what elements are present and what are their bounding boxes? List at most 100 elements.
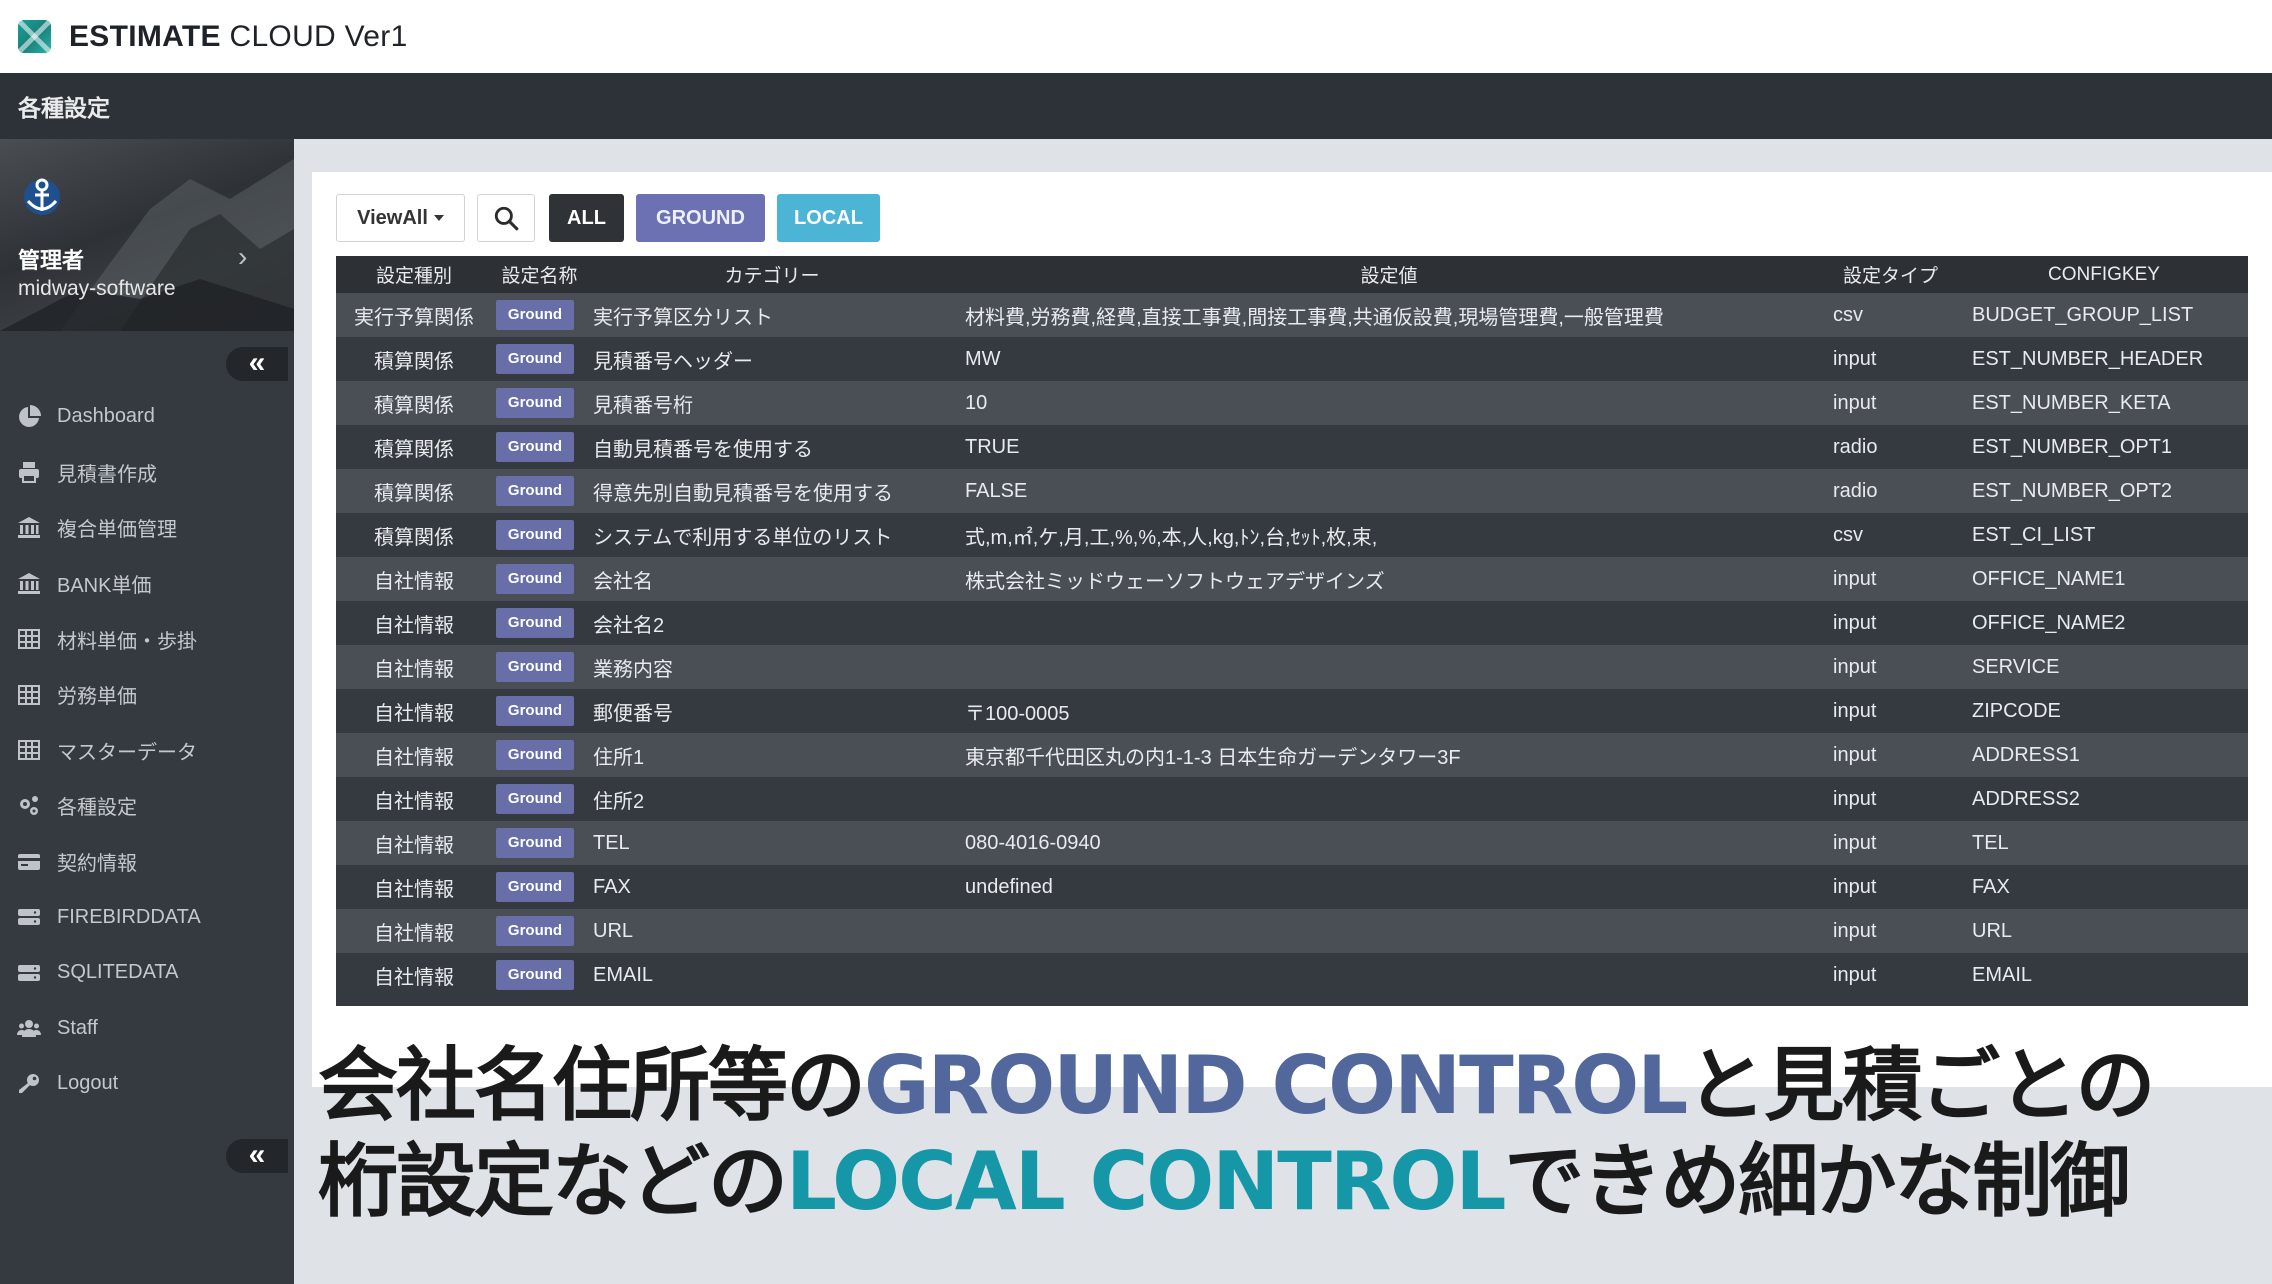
chevron-right-icon[interactable]: › bbox=[238, 241, 247, 273]
cell-configkey: EST_NUMBER_HEADER bbox=[1960, 337, 2248, 381]
filter-ground-button[interactable]: GROUND bbox=[636, 194, 765, 242]
caption-line-1: 会社名住所等のGROUND CONTROLと見積ごとの bbox=[318, 1038, 2272, 1134]
cell-category: 見積番号ヘッダー bbox=[587, 337, 957, 381]
cell-input-type: csv bbox=[1821, 293, 1960, 337]
cell-input-type: input bbox=[1821, 557, 1960, 601]
col-header-type[interactable]: 設定種別 bbox=[336, 256, 492, 293]
cell-setting-type: 積算関係 bbox=[336, 337, 492, 381]
table-row[interactable]: 実行予算関係 Ground 実行予算区分リスト 材料費,労務費,経費,直接工事費,間接… bbox=[336, 293, 2248, 337]
bank-icon bbox=[16, 515, 42, 541]
table-row[interactable]: 自社情報 Ground 住所1 東京都千代田区丸の内1-1-3 日本生命ガーデンタワー… bbox=[336, 733, 2248, 777]
col-header-category[interactable]: カテゴリー bbox=[587, 256, 957, 293]
cell-category: 業務内容 bbox=[587, 645, 957, 689]
ground-badge[interactable]: Ground bbox=[496, 696, 574, 726]
table-row[interactable]: 自社情報 Ground 業務内容 input SERVICE bbox=[336, 645, 2248, 689]
sidebar-item-firebirddata[interactable]: FIREBIRDDATA bbox=[0, 889, 294, 945]
sidebar-item-label: 契約情報 bbox=[57, 853, 137, 876]
table-row[interactable]: 積算関係 Ground 見積番号ヘッダー MW input EST_NUMBER_HEAD… bbox=[336, 337, 2248, 381]
search-button[interactable] bbox=[477, 194, 535, 242]
user-name: 管理者 bbox=[18, 248, 85, 273]
cell-configkey: EST_CI_LIST bbox=[1960, 513, 2248, 557]
col-header-value[interactable]: 設定値 bbox=[957, 256, 1821, 293]
cell-setting-type: 積算関係 bbox=[336, 381, 492, 425]
sidebar-item-label: 見積書作成 bbox=[57, 463, 157, 486]
cell-configkey: ZIPCODE bbox=[1960, 689, 2248, 733]
table-row[interactable]: 自社情報 Ground 住所2 input ADDRESS2 bbox=[336, 777, 2248, 821]
table-row[interactable]: 自社情報 Ground 郵便番号 〒100-0005 input ZIPCODE bbox=[336, 689, 2248, 733]
sidebar-collapse-button-bottom[interactable]: « bbox=[226, 1139, 288, 1173]
sidebar-item-logout[interactable]: Logout bbox=[0, 1056, 294, 1112]
caption-ground-highlight: GROUND CONTROL bbox=[864, 1039, 1688, 1132]
ground-badge[interactable]: Ground bbox=[496, 476, 574, 506]
user-panel[interactable]: 管理者 midway-software › bbox=[0, 139, 294, 331]
cell-category: 住所1 bbox=[587, 733, 957, 777]
cell-configkey: OFFICE_NAME1 bbox=[1960, 557, 2248, 601]
cell-category: 自動見積番号を使用する bbox=[587, 425, 957, 469]
cell-input-type: radio bbox=[1821, 469, 1960, 513]
cell-setting-type: 積算関係 bbox=[336, 425, 492, 469]
cell-input-type: input bbox=[1821, 953, 1960, 997]
col-header-configkey[interactable]: CONFIGKEY bbox=[1960, 256, 2248, 293]
view-all-dropdown[interactable]: ViewAll bbox=[336, 194, 465, 242]
ground-badge[interactable]: Ground bbox=[496, 344, 574, 374]
ground-badge[interactable]: Ground bbox=[496, 740, 574, 770]
sidebar-item-contract[interactable]: 契約情報 bbox=[0, 834, 294, 890]
caption-text: できめ細かな制御 bbox=[1504, 1135, 2130, 1228]
table-row[interactable]: 自社情報 Ground TEL 080-4016-0940 input TEL bbox=[336, 821, 2248, 865]
sidebar: 管理者 midway-software › « Dashboard 見積書作成 … bbox=[0, 139, 294, 1284]
table-row[interactable]: 自社情報 Ground EMAIL input EMAIL bbox=[336, 953, 2248, 997]
sidebar-collapse-button[interactable]: « bbox=[226, 347, 288, 381]
sidebar-item-staff[interactable]: Staff bbox=[0, 1001, 294, 1057]
cell-input-type: input bbox=[1821, 337, 1960, 381]
ground-badge[interactable]: Ground bbox=[496, 564, 574, 594]
table-row[interactable]: 積算関係 Ground システムで利用する単位のリスト 式,m,㎡,ケ,月,工,%,%… bbox=[336, 513, 2248, 557]
table-row[interactable]: 積算関係 Ground 自動見積番号を使用する TRUE radio EST_NUMBER… bbox=[336, 425, 2248, 469]
ground-badge[interactable]: Ground bbox=[496, 872, 574, 902]
cell-badge: Ground bbox=[492, 425, 587, 469]
sidebar-item-material-price[interactable]: 材料単価・歩掛 bbox=[0, 611, 294, 667]
ground-badge[interactable]: Ground bbox=[496, 784, 574, 814]
sidebar-item-label: Logout bbox=[57, 1072, 119, 1095]
col-header-setting-type[interactable]: 設定タイプ bbox=[1821, 256, 1960, 293]
ground-badge[interactable]: Ground bbox=[496, 608, 574, 638]
cell-configkey: OFFICE_NAME2 bbox=[1960, 601, 2248, 645]
table-row[interactable]: 積算関係 Ground 見積番号桁 10 input EST_NUMBER_KETA bbox=[336, 381, 2248, 425]
cell-setting-type: 自社情報 bbox=[336, 733, 492, 777]
table-row[interactable]: 自社情報 Ground FAX undefined input FAX bbox=[336, 865, 2248, 909]
sidebar-item-sqlitedata[interactable]: SQLITEDATA bbox=[0, 945, 294, 1001]
ground-badge[interactable]: Ground bbox=[496, 388, 574, 418]
app-title: ESTIMATE CLOUD Ver1 bbox=[69, 20, 408, 54]
cell-setting-type: 積算関係 bbox=[336, 513, 492, 557]
filter-local-button[interactable]: LOCAL bbox=[777, 194, 880, 242]
sidebar-item-master-data[interactable]: マスターデータ bbox=[0, 723, 294, 779]
grid-icon bbox=[16, 737, 42, 763]
pie-chart-icon bbox=[16, 404, 42, 430]
table-row[interactable]: 自社情報 Ground URL input URL bbox=[336, 909, 2248, 953]
ground-badge[interactable]: Ground bbox=[496, 960, 574, 990]
filter-all-button[interactable]: ALL bbox=[549, 194, 624, 242]
sidebar-item-bank-price[interactable]: BANK単価 bbox=[0, 556, 294, 612]
table-row[interactable]: 自社情報 Ground 会社名 株式会社ミッドウェーソフトウェアデザインズ input O… bbox=[336, 557, 2248, 601]
ground-badge[interactable]: Ground bbox=[496, 520, 574, 550]
ground-badge[interactable]: Ground bbox=[496, 652, 574, 682]
cell-category: FAX bbox=[587, 865, 957, 909]
sidebar-item-composite-price[interactable]: 複合単価管理 bbox=[0, 500, 294, 556]
sidebar-item-labor-price[interactable]: 労務単価 bbox=[0, 667, 294, 723]
col-header-name[interactable]: 設定名称 bbox=[492, 256, 587, 293]
sidebar-item-dashboard[interactable]: Dashboard bbox=[0, 389, 294, 445]
cell-setting-type: 積算関係 bbox=[336, 469, 492, 513]
table-row[interactable]: 自社情報 Ground 会社名2 input OFFICE_NAME2 bbox=[336, 601, 2248, 645]
page-header: 各種設定 bbox=[0, 73, 2272, 139]
ground-badge[interactable]: Ground bbox=[496, 916, 574, 946]
ground-badge[interactable]: Ground bbox=[496, 432, 574, 462]
avatar bbox=[24, 178, 60, 215]
sidebar-item-estimate[interactable]: 見積書作成 bbox=[0, 445, 294, 501]
ground-badge[interactable]: Ground bbox=[496, 828, 574, 858]
app-title-bold: ESTIMATE bbox=[69, 19, 221, 53]
ground-badge[interactable]: Ground bbox=[496, 300, 574, 330]
cell-category: TEL bbox=[587, 821, 957, 865]
sidebar-item-settings[interactable]: 各種設定 bbox=[0, 778, 294, 834]
cell-setting-type: 自社情報 bbox=[336, 953, 492, 997]
cell-value: 080-4016-0940 bbox=[957, 821, 1821, 865]
table-row[interactable]: 積算関係 Ground 得意先別自動見積番号を使用する FALSE radio EST_N… bbox=[336, 469, 2248, 513]
